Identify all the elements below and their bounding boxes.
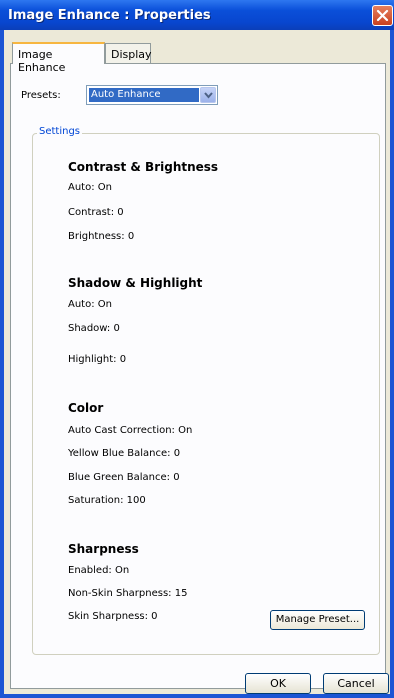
ok-button[interactable]: OK [245,673,311,694]
presets-dropdown[interactable]: Auto Enhance [86,85,218,105]
yellow-blue-balance-text: Yellow Blue Balance: 0 [68,448,181,459]
manage-preset-button[interactable]: Manage Preset... [270,610,365,630]
window-title: Image Enhance : Properties [8,8,211,23]
contrast-auto-text: Auto: On [68,182,112,193]
skin-sharpness-text: Skin Sharpness: 0 [68,611,158,622]
blue-green-balance-text: Blue Green Balance: 0 [68,472,180,483]
color-heading: Color [68,401,104,415]
sharpness-heading: Sharpness [68,542,139,556]
chevron-down-icon [204,92,213,99]
settings-legend: Settings [37,126,83,137]
contrast-brightness-heading: Contrast & Brightness [68,160,219,174]
close-icon [376,9,389,22]
tab-label: Image Enhance [18,48,66,74]
brightness-value-text: Brightness: 0 [68,231,135,242]
tab-display[interactable]: Display [105,43,152,63]
auto-cast-correction-text: Auto Cast Correction: On [68,425,193,436]
shadow-value-text: Shadow: 0 [68,323,120,334]
contrast-value-text: Contrast: 0 [68,207,124,218]
presets-selected-value: Auto Enhance [89,88,199,102]
sharpness-enabled-text: Enabled: On [68,565,130,576]
highlight-value-text: Highlight: 0 [68,354,127,365]
cancel-button[interactable]: Cancel [323,673,389,694]
title-bar[interactable]: Image Enhance : Properties [0,0,394,30]
shadow-auto-text: Auto: On [68,299,112,310]
tab-image-enhance[interactable]: Image Enhance [12,42,105,74]
shadow-highlight-heading: Shadow & Highlight [68,276,203,290]
saturation-text: Saturation: 100 [68,495,146,506]
presets-label: Presets: [21,90,61,101]
close-button[interactable] [372,5,393,26]
tab-label: Display [111,48,152,61]
dropdown-button[interactable] [200,87,216,103]
non-skin-sharpness-text: Non-Skin Sharpness: 15 [68,588,188,599]
